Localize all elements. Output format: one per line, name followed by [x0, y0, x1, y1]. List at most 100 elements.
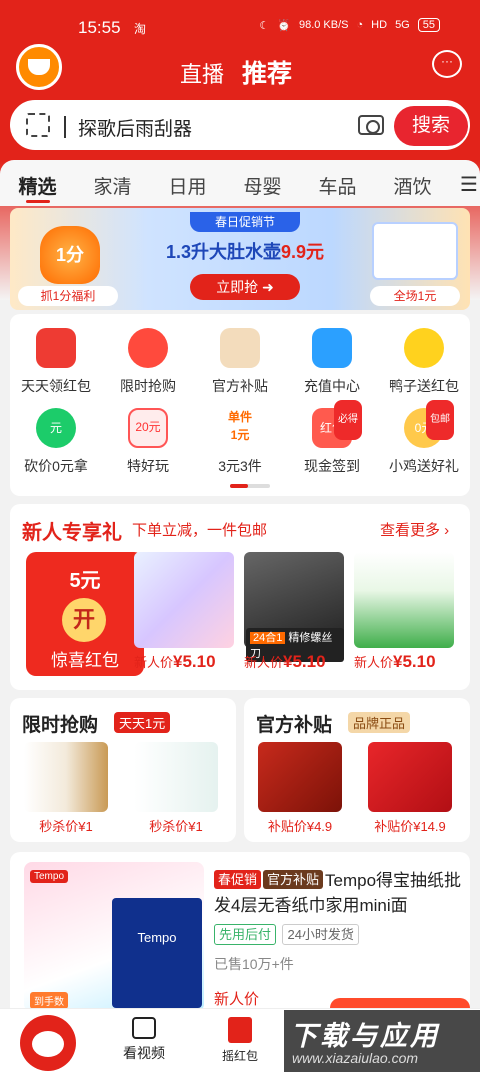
subsidy-item[interactable]: 补贴价¥4.9 — [252, 742, 348, 838]
banner-center[interactable]: 春日促销节 1.3升大肚水壶9.9元 立即抢 ➜ — [130, 212, 360, 306]
flash-sale-badge: 天天1元 — [114, 712, 171, 733]
flash-item[interactable]: 秒杀价¥1 — [18, 742, 114, 838]
product-image — [368, 742, 452, 812]
category-tab[interactable]: 家清 — [75, 172, 150, 199]
product-box-icon — [372, 222, 458, 280]
entry-official-subsidy[interactable]: 官方补贴 — [194, 324, 286, 396]
wifi-icon: ◔ — [356, 19, 364, 31]
tab-recommend[interactable]: 推荐 — [242, 54, 292, 90]
single-one-yuan-icon: 单件 1元 — [227, 410, 252, 442]
menu-icon[interactable]: ☰ — [460, 172, 478, 197]
active-tab-indicator — [26, 200, 50, 203]
status-time: 15:55 — [78, 18, 121, 37]
lucky-bag-icon: 1分 — [40, 226, 100, 284]
banner-left-promo[interactable]: 1分 抓1分福利 — [16, 216, 120, 306]
newuser-product[interactable]: 新人价¥5.10 — [134, 552, 234, 676]
phone-charge-icon — [312, 328, 352, 368]
see-more-link[interactable]: 查看更多 › — [380, 519, 449, 540]
flash-price: 秒杀价¥1 — [39, 819, 93, 834]
entry-bargain[interactable]: 元砍价0元拿 — [10, 404, 102, 476]
flash-item[interactable]: 秒杀价¥1 — [128, 742, 224, 838]
category-tab[interactable]: 酒饮 — [375, 172, 450, 199]
promo-banner[interactable]: 1分 抓1分福利 春日促销节 1.3升大肚水壶9.9元 立即抢 ➜ 全场1元 — [10, 208, 470, 310]
hd-badge: HD — [371, 19, 388, 31]
nav-redpacket[interactable]: 摇红包 — [200, 1017, 280, 1064]
flash-sale-card[interactable]: 限时抢购 天天1元 秒杀价¥1 秒杀价¥1 — [10, 698, 236, 842]
alarm-icon: ⏰ — [277, 19, 291, 32]
redpacket-label: 惊喜红包 — [51, 651, 119, 670]
nav-video[interactable]: 看视频 — [104, 1017, 184, 1063]
zero-yuan-icon: 元 — [36, 408, 76, 448]
app-logo[interactable] — [16, 44, 62, 90]
entry-cash-checkin[interactable]: 红包 必得 现金签到 — [286, 400, 378, 476]
product-price: 新人价¥5.10 — [354, 652, 436, 671]
entry-chick[interactable]: 0元 包邮 小鸡送好礼 — [378, 400, 470, 476]
message-icon[interactable]: ··· — [432, 50, 462, 78]
watermark-title: 下载与应用 — [290, 1021, 440, 1051]
banner-right-promo[interactable]: 全场1元 — [366, 216, 464, 306]
banner-title: 1.3升大肚水壶9.9元 — [165, 242, 325, 262]
tab-live[interactable]: 直播 — [180, 57, 224, 89]
newuser-product[interactable]: 新人价¥5.10 — [354, 552, 454, 676]
image-tag: 到手数 — [30, 992, 68, 1009]
product-price: 新人价¥5.10 — [244, 652, 326, 671]
category-tab[interactable]: 母婴 — [225, 172, 300, 199]
battery-icon: 55 — [417, 18, 440, 32]
brand-logo: Tempo — [30, 870, 69, 883]
product-card[interactable]: Tempo Tempo 到手数 春促销 官方补贴 Tempo得宝抽纸批发4层无香纸巾… — [10, 852, 470, 1012]
product-title: 春促销 官方补贴 Tempo得宝抽纸批发4层无香纸巾家用mini面 — [214, 870, 462, 915]
rabbit-home-icon[interactable] — [20, 1015, 76, 1071]
red-envelope-icon — [36, 328, 76, 368]
nav-video-label: 看视频 — [123, 1045, 165, 1061]
scan-icon[interactable] — [26, 113, 50, 137]
entry-red-envelope[interactable]: 天天领红包 — [10, 324, 102, 396]
header-tabs: 直播 推荐 — [180, 54, 292, 90]
open-button[interactable]: 开 — [62, 598, 106, 642]
entry-three-yuan[interactable]: 单件 1元 3元3件 — [194, 404, 286, 476]
newuser-title: 新人专享礼 — [22, 522, 122, 544]
entry-fun[interactable]: 20元 特好玩 — [102, 404, 194, 476]
sold-count: 已售10万+件 — [214, 956, 294, 972]
product-image — [24, 742, 108, 812]
subsidy-card[interactable]: 官方补贴 品牌正品 补贴价¥4.9 补贴价¥14.9 — [244, 698, 470, 842]
banner-left-label: 抓1分福利 — [18, 286, 118, 306]
newuser-section: 新人专享礼 下单立减，一件包邮 查看更多 › 5元 开 惊喜红包 新人价¥5.1… — [10, 504, 470, 690]
service-tags: 先用后付 24小时发货 — [214, 924, 464, 946]
subsidy-badge: 品牌正品 — [348, 712, 411, 733]
subsidy-title: 官方补贴 — [256, 715, 333, 736]
search-button[interactable]: 搜索 — [394, 106, 468, 146]
moon-icon: ☾ — [259, 19, 270, 32]
entry-recharge[interactable]: 充值中心 — [286, 324, 378, 396]
product-image — [354, 552, 454, 648]
surprise-redpacket[interactable]: 5元 开 惊喜红包 — [26, 552, 144, 676]
nav-redpacket-label: 摇红包 — [221, 1049, 258, 1063]
entry-duck[interactable]: 鸭子送红包 — [378, 324, 470, 396]
product-image — [258, 742, 342, 812]
signal-5g: 5G — [395, 19, 410, 31]
banner-event-tag: 春日促销节 — [190, 212, 300, 232]
newuser-subtitle: 下单立减，一件包邮 — [132, 522, 268, 539]
chick-icon: 0元 包邮 — [404, 400, 454, 448]
subsidy-item[interactable]: 补贴价¥14.9 — [362, 742, 458, 838]
category-tab[interactable]: 精选 — [0, 172, 75, 199]
category-tab[interactable]: 车品 — [300, 172, 375, 199]
watermark-url: www.xiazaiulao.com — [292, 1050, 419, 1066]
tissue-pack: Tempo — [112, 898, 202, 1008]
cash-redpacket-icon: 红包 必得 — [312, 400, 362, 448]
newuser-product[interactable]: 24合1 精修螺丝刀 新人价¥5.10 — [244, 552, 344, 676]
subsidy-price: 补贴价¥14.9 — [374, 819, 446, 834]
category-tab[interactable]: 日用 — [150, 172, 225, 199]
coupon-icon — [220, 328, 260, 368]
product-image — [134, 742, 218, 812]
entry-flash-sale[interactable]: 限时抢购 — [102, 324, 194, 396]
redpacket-amount: 5元 — [69, 570, 101, 592]
network-speed: 98.0 KB/S — [298, 19, 349, 31]
pay-later-tag: 先用后付 — [214, 924, 277, 945]
subsidy-chip: 官方补贴 — [263, 870, 324, 889]
status-bar: 15:55 淘 ☾ ⏰ 98.0 KB/S ◔ HD 5G 55 — [0, 0, 480, 52]
search-input[interactable]: 探歌后雨刮器 — [78, 114, 192, 141]
camera-icon[interactable] — [358, 115, 384, 135]
search-bar[interactable]: 探歌后雨刮器 搜索 — [10, 100, 470, 150]
twenty-yuan-icon: 20元 — [128, 408, 168, 448]
banner-cta-button[interactable]: 立即抢 ➜ — [190, 274, 300, 300]
